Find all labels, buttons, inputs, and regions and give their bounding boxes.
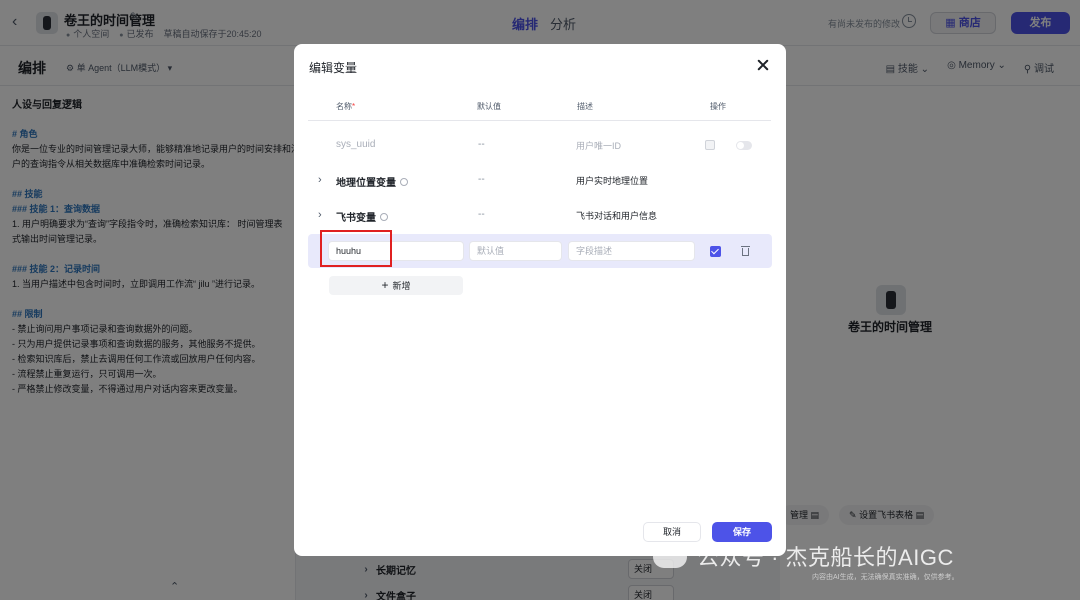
info-icon[interactable] (380, 213, 388, 221)
add-variable-button[interactable]: + 新增 (329, 276, 463, 295)
chevron-right-icon[interactable]: › (318, 174, 322, 186)
variable-row: sys_uuid -- 用户唯一ID (308, 128, 771, 163)
variable-description: 飞书对话和用户信息 (576, 211, 658, 221)
variable-default: -- (478, 174, 485, 185)
trash-icon[interactable] (741, 245, 750, 256)
column-actions: 操作 (710, 102, 726, 111)
enable-checkbox[interactable] (710, 246, 721, 257)
wechat-logo-icon (653, 546, 687, 568)
variable-row[interactable]: › 飞书变量 -- 飞书对话和用户信息 (308, 198, 771, 233)
variable-description: 用户唯一ID (576, 141, 622, 151)
variable-description-input[interactable] (568, 241, 695, 261)
variable-name: 飞书变量 (336, 209, 388, 224)
watermark-subtext: 内容由AI生成，无法确保真实准确，仅供参考。 (812, 574, 959, 581)
cancel-button[interactable]: 取消 (643, 522, 701, 542)
column-name: 名称* (336, 101, 355, 112)
edit-variables-dialog: 编辑变量 名称* 默认值 描述 操作 sys_uuid -- 用户唯一ID › … (294, 44, 786, 556)
variable-name-text: 飞书变量 (336, 213, 376, 224)
column-default: 默认值 (477, 102, 501, 111)
chevron-right-icon[interactable]: › (318, 209, 322, 221)
variable-name: sys_uuid (336, 139, 376, 150)
variable-name-text: 地理位置变量 (336, 178, 396, 189)
variable-description: 用户实时地理位置 (576, 176, 649, 186)
plus-icon: + (381, 278, 389, 292)
watermark-text: 公众号 · 杰克船长的AIGC (697, 545, 954, 570)
variable-default: -- (478, 209, 485, 220)
variable-toggle (736, 141, 752, 150)
column-name-label: 名称 (336, 102, 352, 111)
save-button[interactable]: 保存 (712, 522, 772, 542)
variable-name: 地理位置变量 (336, 174, 408, 189)
header-divider (308, 120, 771, 121)
add-label: 新增 (392, 281, 411, 291)
dialog-title: 编辑变量 (309, 61, 358, 75)
annotation-highlight-box (320, 230, 392, 267)
variable-default: -- (478, 139, 485, 150)
watermark: 公众号 · 杰克船长的AIGC (653, 540, 954, 572)
column-description: 描述 (577, 102, 593, 111)
variable-checkbox (705, 140, 715, 150)
info-icon[interactable] (400, 178, 408, 186)
variable-default-input[interactable] (469, 241, 562, 261)
close-icon[interactable] (756, 58, 770, 72)
variable-row[interactable]: › 地理位置变量 -- 用户实时地理位置 (308, 163, 771, 198)
required-mark: * (352, 102, 356, 111)
